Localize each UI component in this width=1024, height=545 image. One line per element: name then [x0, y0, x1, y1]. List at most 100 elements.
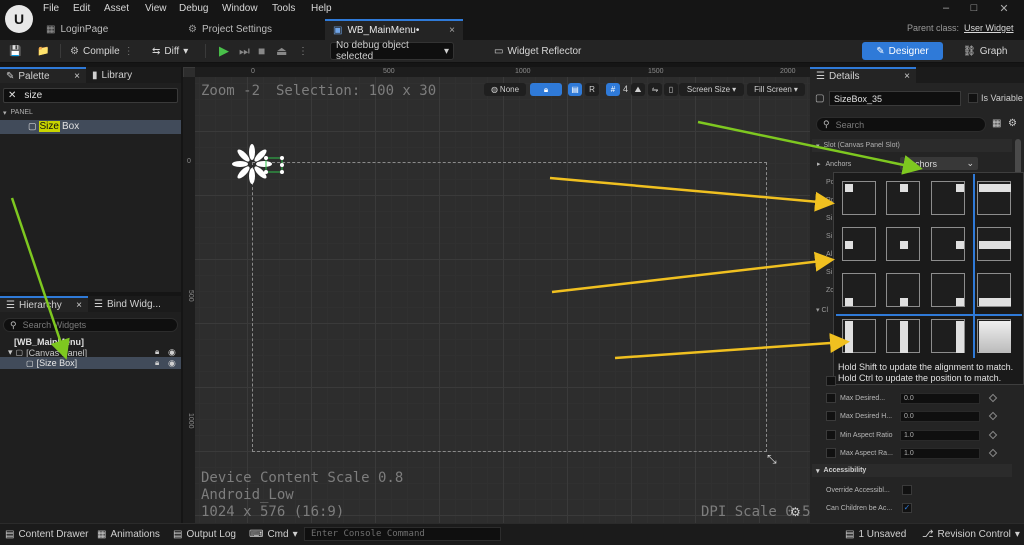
designer-button[interactable]: ✎ Designer	[862, 42, 943, 60]
anchor-preset-tc[interactable]	[882, 177, 924, 219]
close-tab-icon[interactable]: ×	[74, 71, 80, 82]
flip-button[interactable]: ⇋	[648, 83, 662, 96]
tab-wb-mainmenu[interactable]: ▣ WB_MainMenu• ×	[325, 19, 463, 40]
menu-window[interactable]: Window	[222, 3, 258, 14]
anchor-preset-bottom-stretch[interactable]	[973, 269, 1015, 311]
grid-toggle-button[interactable]: #	[606, 83, 620, 96]
max-desired-width-checkbox[interactable]	[826, 393, 836, 403]
step-icon[interactable]: ⏭	[239, 42, 250, 60]
grid-size-value[interactable]: 4	[623, 84, 628, 94]
lock-icon[interactable]: 🔒︎	[155, 358, 159, 368]
eye-icon[interactable]: ◉	[168, 358, 176, 369]
device-button[interactable]: ▯	[664, 83, 678, 96]
anchor-medallion-icon[interactable]	[230, 142, 290, 186]
can-children-checkbox[interactable]: ✓	[902, 503, 912, 513]
revision-control-button[interactable]: ⎇ Revision Control ▾	[922, 526, 1020, 542]
animations-button[interactable]: ▦ Animations	[97, 526, 160, 542]
anchor-preset-right-vstretch[interactable]	[927, 315, 969, 357]
tab-details[interactable]: ☰ Details ×	[810, 67, 916, 83]
stop-icon[interactable]: ■	[258, 42, 265, 60]
widget-name-input[interactable]: SizeBox_35	[829, 91, 961, 106]
tab-project-settings[interactable]: ⚙ Project Settings	[180, 19, 320, 40]
hierarchy-root[interactable]: [WB_MainMenu]	[14, 337, 84, 347]
anchor-preset-br[interactable]	[927, 269, 969, 311]
none-toggle-button[interactable]: ◍ None	[484, 83, 526, 96]
anchor-preset-tl[interactable]	[838, 177, 880, 219]
menu-asset[interactable]: Asset	[104, 3, 129, 14]
override-accessible-checkbox[interactable]	[902, 485, 912, 495]
menu-view[interactable]: View	[145, 3, 167, 14]
anchor-preset-mid-stretch[interactable]	[973, 223, 1015, 265]
menu-file[interactable]: File	[43, 3, 59, 14]
max-desired-height-checkbox[interactable]	[826, 411, 836, 421]
tab-hierarchy[interactable]: ☰ Hierarchy ×	[0, 296, 88, 312]
anchor-preset-full[interactable]	[973, 315, 1015, 357]
menu-edit[interactable]: Edit	[73, 3, 90, 14]
dpi-settings-icon[interactable]: ⚙	[790, 505, 801, 519]
unsaved-button[interactable]: ▤ 1 Unsaved	[845, 526, 906, 542]
unreal-logo-icon[interactable]: U	[5, 5, 33, 33]
anchor-preset-bc[interactable]	[882, 269, 924, 311]
slot-section-header[interactable]: ▾ Slot (Canvas Panel Slot)	[812, 139, 1012, 152]
min-aspect-ratio-checkbox[interactable]	[826, 430, 836, 440]
keyframe-diamond-icon[interactable]	[988, 448, 998, 458]
anchor-preset-top-stretch[interactable]	[973, 177, 1015, 219]
save-icon[interactable]: 💾	[9, 42, 21, 60]
keyframe-diamond-icon[interactable]	[988, 411, 998, 421]
close-tab-icon[interactable]: ×	[76, 300, 82, 311]
palette-search-input[interactable]: ✕ size	[3, 88, 178, 103]
min-aspect-ratio-field[interactable]: 1.0	[900, 429, 980, 441]
r-toggle-button[interactable]: R	[585, 83, 599, 96]
parent-class-link[interactable]: User Widget	[964, 23, 1014, 33]
lock-toggle-button[interactable]: 🔒︎	[530, 83, 562, 96]
is-variable-checkbox[interactable]	[968, 93, 978, 103]
play-options-icon[interactable]: ⋮	[298, 42, 308, 60]
anchors-dropdown[interactable]: Anchors ⌄	[900, 157, 978, 170]
keyframe-diamond-icon[interactable]	[988, 430, 998, 440]
table-view-icon[interactable]: ▦	[992, 118, 1001, 129]
anchor-preset-cr[interactable]	[927, 223, 969, 265]
browse-icon[interactable]: 📁	[37, 42, 49, 60]
close-tab-icon[interactable]: ×	[449, 25, 455, 36]
fill-screen-dropdown[interactable]: Fill Screen ▾	[747, 83, 805, 96]
debug-object-dropdown[interactable]: No debug object selected ▾	[330, 40, 454, 62]
diff-button[interactable]: ⇆ Diff ▾	[152, 42, 188, 60]
max-desired-width-field[interactable]: 0.0	[900, 392, 980, 404]
accessibility-section-header[interactable]: ▾ Accessibility	[812, 464, 1012, 477]
graph-button[interactable]: ⛓ Graph	[963, 42, 1008, 60]
cmd-dropdown[interactable]: ⌨ Cmd ▾	[249, 526, 298, 542]
resize-handle-icon[interactable]: ⤡	[767, 452, 777, 467]
palette-category-panel[interactable]: ▾ PANEL	[3, 109, 33, 117]
compile-button[interactable]: ⚙ Compile ⋮	[70, 42, 134, 60]
close-window-icon[interactable]: ✕	[996, 2, 1012, 15]
tab-library[interactable]: ▮ Library	[86, 67, 138, 83]
anchor-preset-cl[interactable]	[838, 223, 880, 265]
outline-toggle-button[interactable]: ▤	[568, 83, 582, 96]
console-input[interactable]: Enter Console Command	[304, 527, 501, 541]
menu-debug[interactable]: Debug	[179, 3, 208, 14]
max-aspect-ratio-checkbox[interactable]	[826, 448, 836, 458]
maximize-icon[interactable]: □	[966, 2, 982, 14]
anchor-preset-left-vstretch[interactable]	[838, 315, 880, 357]
anchor-preset-bl[interactable]	[838, 269, 880, 311]
close-tab-icon[interactable]: ×	[904, 71, 910, 82]
anchor-preset-tr[interactable]	[927, 177, 969, 219]
tab-palette[interactable]: ✎ Palette ×	[0, 67, 86, 83]
hierarchy-search-input[interactable]: ⚲ Search Widgets	[3, 318, 178, 332]
anchor-preset-cc[interactable]	[882, 223, 924, 265]
details-search-input[interactable]: ⚲ Search	[816, 117, 986, 132]
respect-lock-button[interactable]: ⛰	[631, 83, 645, 96]
hierarchy-sizebox[interactable]: ▢ [Size Box]	[26, 358, 77, 368]
output-log-button[interactable]: ▤ Output Log	[173, 526, 236, 542]
screen-size-dropdown[interactable]: Screen Size ▾	[679, 83, 744, 96]
settings-icon[interactable]: ⚙	[1008, 118, 1017, 129]
partial-checkbox[interactable]	[826, 376, 836, 386]
content-drawer-button[interactable]: ▤ Content Drawer	[5, 526, 88, 542]
max-desired-height-field[interactable]: 0.0	[900, 410, 980, 422]
anchor-preset-center-vstretch[interactable]	[882, 315, 924, 357]
eject-icon[interactable]: ⏏	[276, 42, 287, 60]
clear-search-icon[interactable]: ✕	[8, 90, 16, 101]
keyframe-diamond-icon[interactable]	[988, 393, 998, 403]
menu-tools[interactable]: Tools	[272, 3, 295, 14]
tab-bind-widgets[interactable]: ☰ Bind Widg...	[88, 296, 167, 312]
